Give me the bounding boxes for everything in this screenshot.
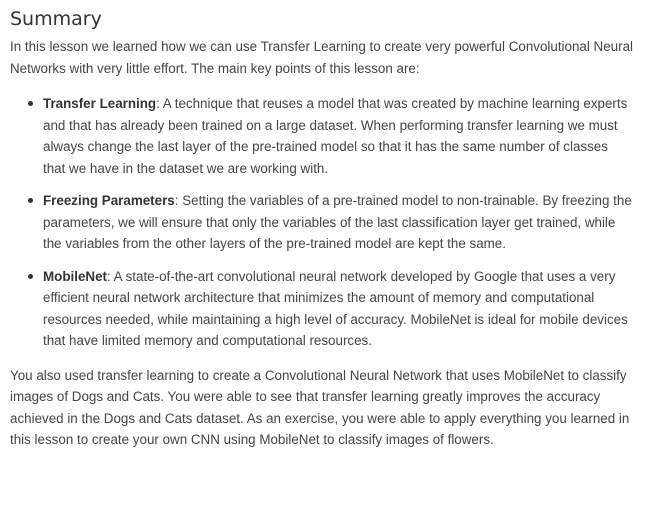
page-title: Summary [10,8,102,30]
key-point-term: MobileNet [43,268,107,284]
key-point-freezing-parameters: Freezing Parameters: Setting the variabl… [10,190,633,255]
key-point-term: Transfer Learning [43,96,157,111]
key-point-mobilenet: MobileNet: A state-of-the-art convolutio… [10,266,633,352]
bullet-icon [28,273,33,279]
intro-paragraph: In this lesson we learned how we can use… [10,39,634,76]
closing-paragraph: You also used transfer learning to creat… [10,367,630,448]
key-points-list: Transfer Learning: A technique that reus… [10,93,633,352]
bullet-icon [28,101,33,106]
lesson-summary: Summary In this lesson we learned how we… [0,0,645,507]
key-point-term: Freezing Parameters [43,193,175,208]
bullet-icon [28,198,33,203]
key-point-transfer-learning: Transfer Learning: A technique that reus… [10,93,633,179]
key-point-text: : A state-of-the-art convolutional neura… [43,268,628,349]
